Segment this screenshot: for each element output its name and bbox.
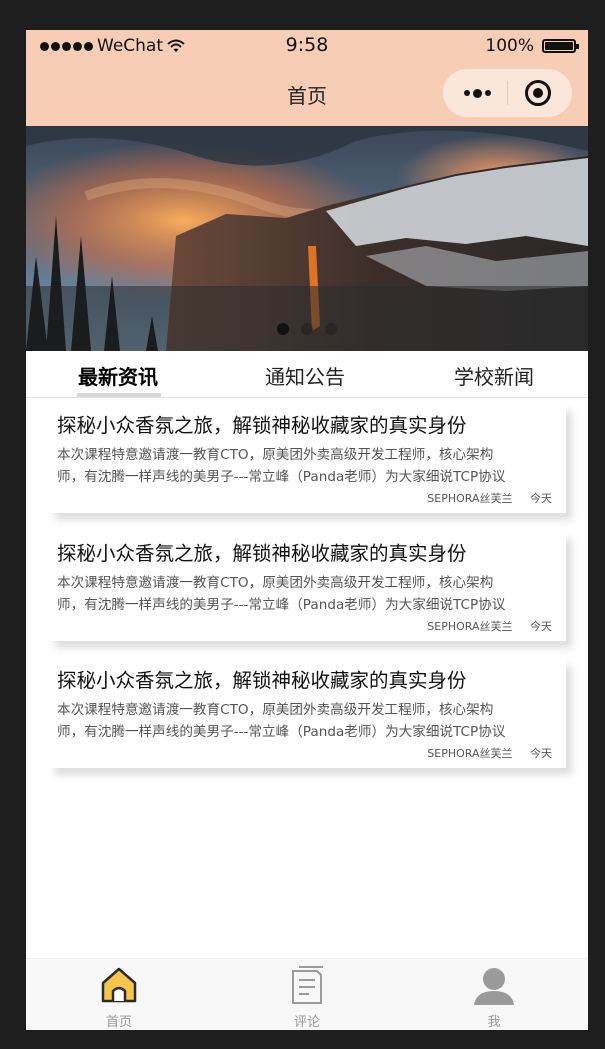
article-card[interactable]: 探秘小众香氛之旅，解锁神秘收藏家的真实身份 本次课程特意邀请渡一教育CTO，原美… [49,532,566,641]
status-right: 100% [485,36,579,56]
tabbar-label-me: 我 [487,1015,501,1030]
top-bar: WeChat 9:58 100% 首页 [26,30,588,126]
article-meta: SEPHORA丝芙兰 今天 [427,745,552,761]
bottom-tab-bar: 首页 评论 我 [26,958,588,1030]
battery-percent: 100% [485,36,534,56]
capsule-divider [507,81,508,105]
battery-icon [542,39,579,53]
article-date: 今天 [530,620,552,633]
banner-image [26,126,588,351]
more-icon[interactable] [457,83,497,103]
close-mini-program-icon[interactable] [525,80,551,106]
article-summary: 本次课程特意邀请渡一教育CTO，原美团外卖高级开发工程师，核心架构 师，有沈腾一… [57,699,553,743]
article-title: 探秘小众香氛之旅，解锁神秘收藏家的真实身份 [57,669,467,692]
tabbar-item-comments[interactable]: 评论 [267,965,347,1030]
article-source: SEPHORA丝芙兰 [427,492,513,505]
tabbar-label-home: 首页 [105,1015,132,1030]
mini-program-capsule [443,69,572,117]
active-tab-indicator [77,393,161,397]
article-source: SEPHORA丝芙兰 [427,620,513,633]
article-summary: 本次课程特意邀请渡一教育CTO，原美团外卖高级开发工程师，核心架构 师，有沈腾一… [57,572,553,616]
category-tabs: 最新资讯 通知公告 学校新闻 [26,351,588,398]
user-icon [474,968,514,1005]
article-summary: 本次课程特意邀请渡一教育CTO，原美团外卖高级开发工程师，核心架构 师，有沈腾一… [57,444,553,488]
article-source: SEPHORA丝芙兰 [427,747,513,760]
article-title: 探秘小众香氛之旅，解锁神秘收藏家的真实身份 [57,542,467,565]
summary-line: 本次课程特意邀请渡一教育CTO，原美团外卖高级开发工程师，核心架构 [57,447,494,463]
summary-line: 师，有沈腾一样声线的美男子---常立峰（Panda老师）为大家细说TCP协议 [57,469,506,485]
tabbar-label-comments: 评论 [293,1015,320,1030]
banner-carousel[interactable] [26,126,588,351]
summary-line: 本次课程特意邀请渡一教育CTO，原美团外卖高级开发工程师，核心架构 [57,575,494,591]
article-card[interactable]: 探秘小众香氛之旅，解锁神秘收藏家的真实身份 本次课程特意邀请渡一教育CTO，原美… [49,659,566,768]
tab-latest-news[interactable]: 最新资讯 [78,361,158,390]
tab-school-news[interactable]: 学校新闻 [454,361,534,390]
indicator-dot[interactable] [301,323,313,335]
summary-line: 本次课程特意邀请渡一教育CTO，原美团外卖高级开发工程师，核心架构 [57,702,494,718]
indicator-dot[interactable] [277,323,289,335]
article-meta: SEPHORA丝芙兰 今天 [427,490,552,506]
status-bar: WeChat 9:58 100% [26,30,588,62]
summary-line: 师，有沈腾一样声线的美男子---常立峰（Panda老师）为大家细说TCP协议 [57,597,506,613]
document-icon [292,966,323,1004]
article-meta: SEPHORA丝芙兰 今天 [427,618,552,634]
phone-screen: WeChat 9:58 100% 首页 最新资讯 通知公告 学校新闻 探秘小众香… [26,30,588,1030]
carousel-indicators [26,323,588,335]
article-title: 探秘小众香氛之旅，解锁神秘收藏家的真实身份 [57,414,467,437]
summary-line: 师，有沈腾一样声线的美男子---常立峰（Panda老师）为大家细说TCP协议 [57,724,506,740]
article-date: 今天 [530,747,552,760]
article-date: 今天 [530,492,552,505]
tabbar-item-home[interactable]: 首页 [79,965,159,1030]
indicator-dot[interactable] [325,323,337,335]
tab-notices[interactable]: 通知公告 [265,361,345,390]
home-icon [101,967,137,1003]
article-card[interactable]: 探秘小众香氛之旅，解锁神秘收藏家的真实身份 本次课程特意邀请渡一教育CTO，原美… [49,404,566,513]
tabbar-item-me[interactable]: 我 [454,965,534,1030]
